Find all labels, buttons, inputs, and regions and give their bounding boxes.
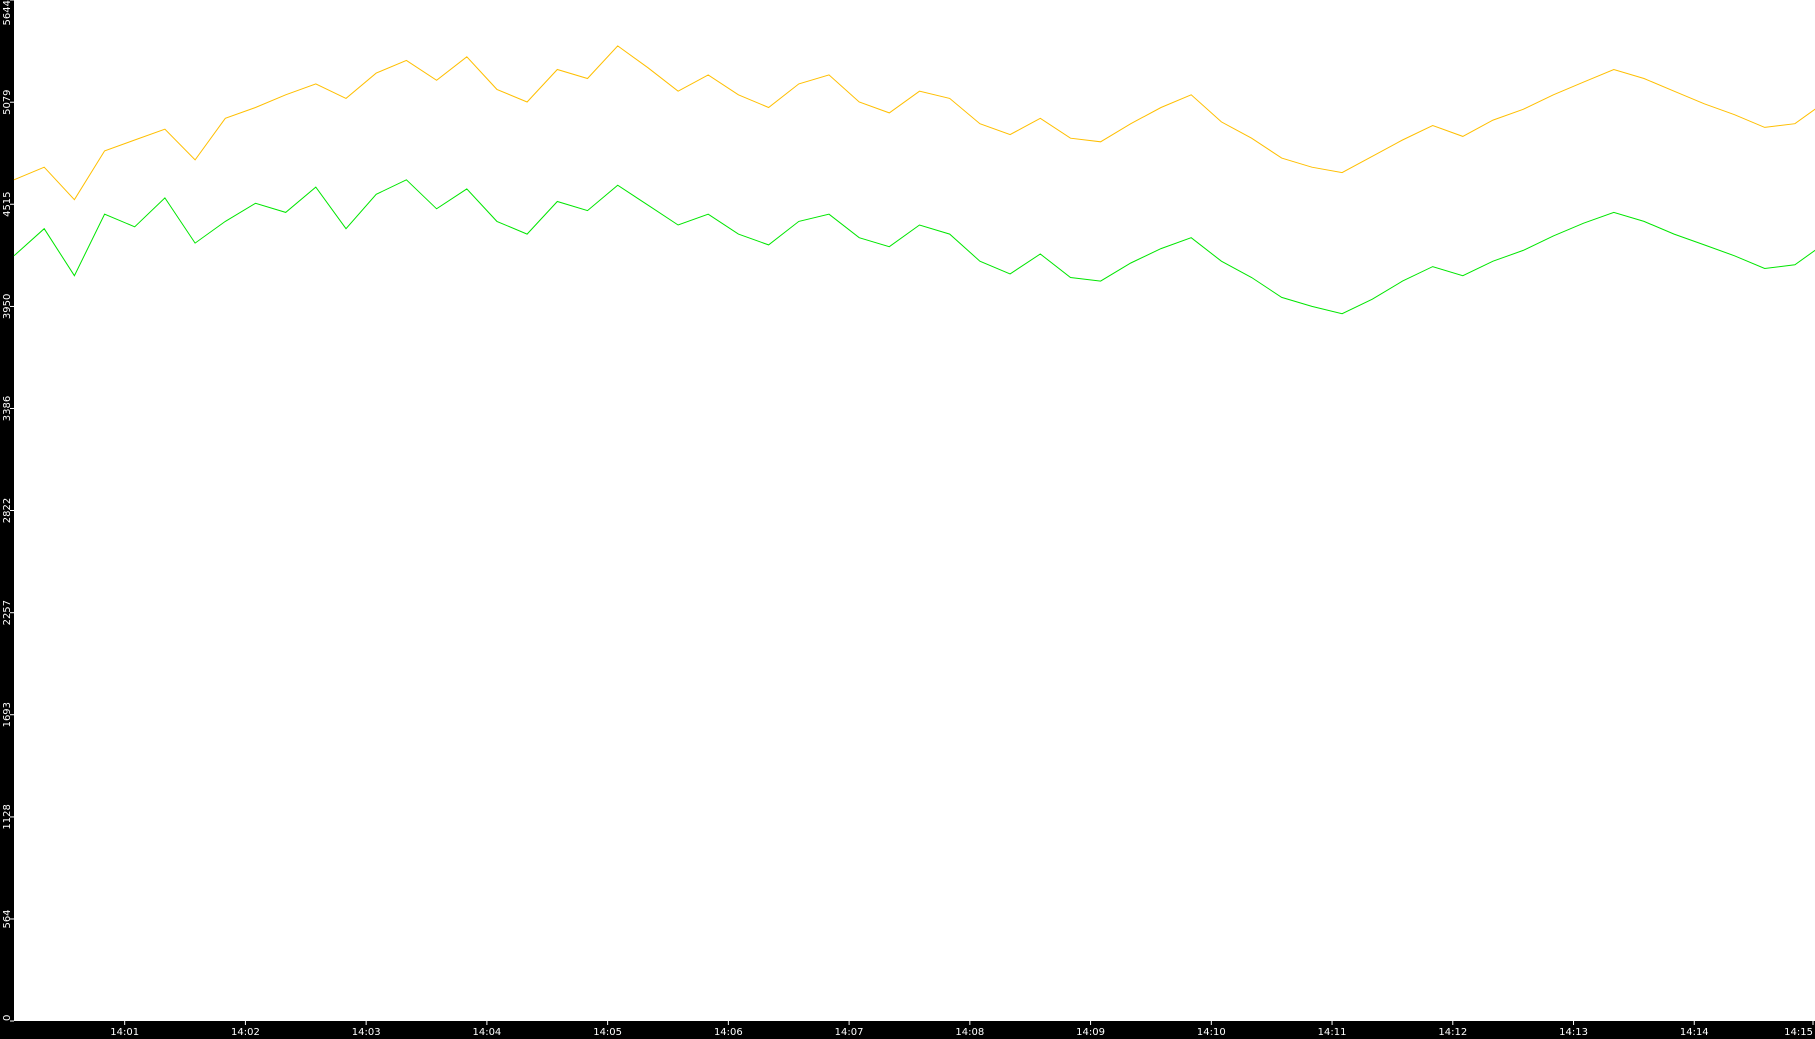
x-tick-label: 14:08 xyxy=(955,1027,984,1038)
x-tick-label: 14:01 xyxy=(110,1027,139,1038)
y-tick-label: 4515 xyxy=(2,191,13,216)
y-tick-label: 1693 xyxy=(2,702,13,727)
x-tick-label: 14:05 xyxy=(593,1027,622,1038)
x-tick-label: 14:12 xyxy=(1438,1027,1467,1038)
y-tick-label: 5644 xyxy=(2,0,13,25)
x-axis-band xyxy=(0,1021,1815,1039)
plot-area xyxy=(13,45,1815,315)
y-tick-label: 564 xyxy=(2,909,13,928)
x-tick-label: 14:15 xyxy=(1784,1027,1813,1038)
x-tick-label: 14:02 xyxy=(231,1027,260,1038)
y-tick-label: 3386 xyxy=(2,396,13,421)
y-tick-label: 2257 xyxy=(2,600,13,625)
y-tick-label: 3950 xyxy=(2,294,13,319)
x-tick-label: 14:07 xyxy=(835,1027,864,1038)
x-tick-label: 14:09 xyxy=(1076,1027,1105,1038)
y-tick-label: 0 xyxy=(2,1015,13,1021)
y-tick-label: 5079 xyxy=(2,89,13,114)
series-line-0 xyxy=(13,45,1815,201)
series-line-1 xyxy=(13,179,1815,315)
x-tick-label: 14:14 xyxy=(1680,1027,1709,1038)
line-chart: 14:01 14:02 14:03 14:04 14:05 14:06 14:07 14:08… xyxy=(0,0,1815,1039)
y-tick-label: 1128 xyxy=(2,804,13,829)
x-tick-label: 14:06 xyxy=(714,1027,743,1038)
x-tick-label: 14:10 xyxy=(1197,1027,1226,1038)
x-tick-label: 14:04 xyxy=(472,1027,501,1038)
y-tick-label: 2822 xyxy=(2,498,13,523)
x-tick-label: 14:11 xyxy=(1318,1027,1347,1038)
x-tick-label: 14:03 xyxy=(352,1027,381,1038)
x-tick-label: 14:13 xyxy=(1559,1027,1588,1038)
